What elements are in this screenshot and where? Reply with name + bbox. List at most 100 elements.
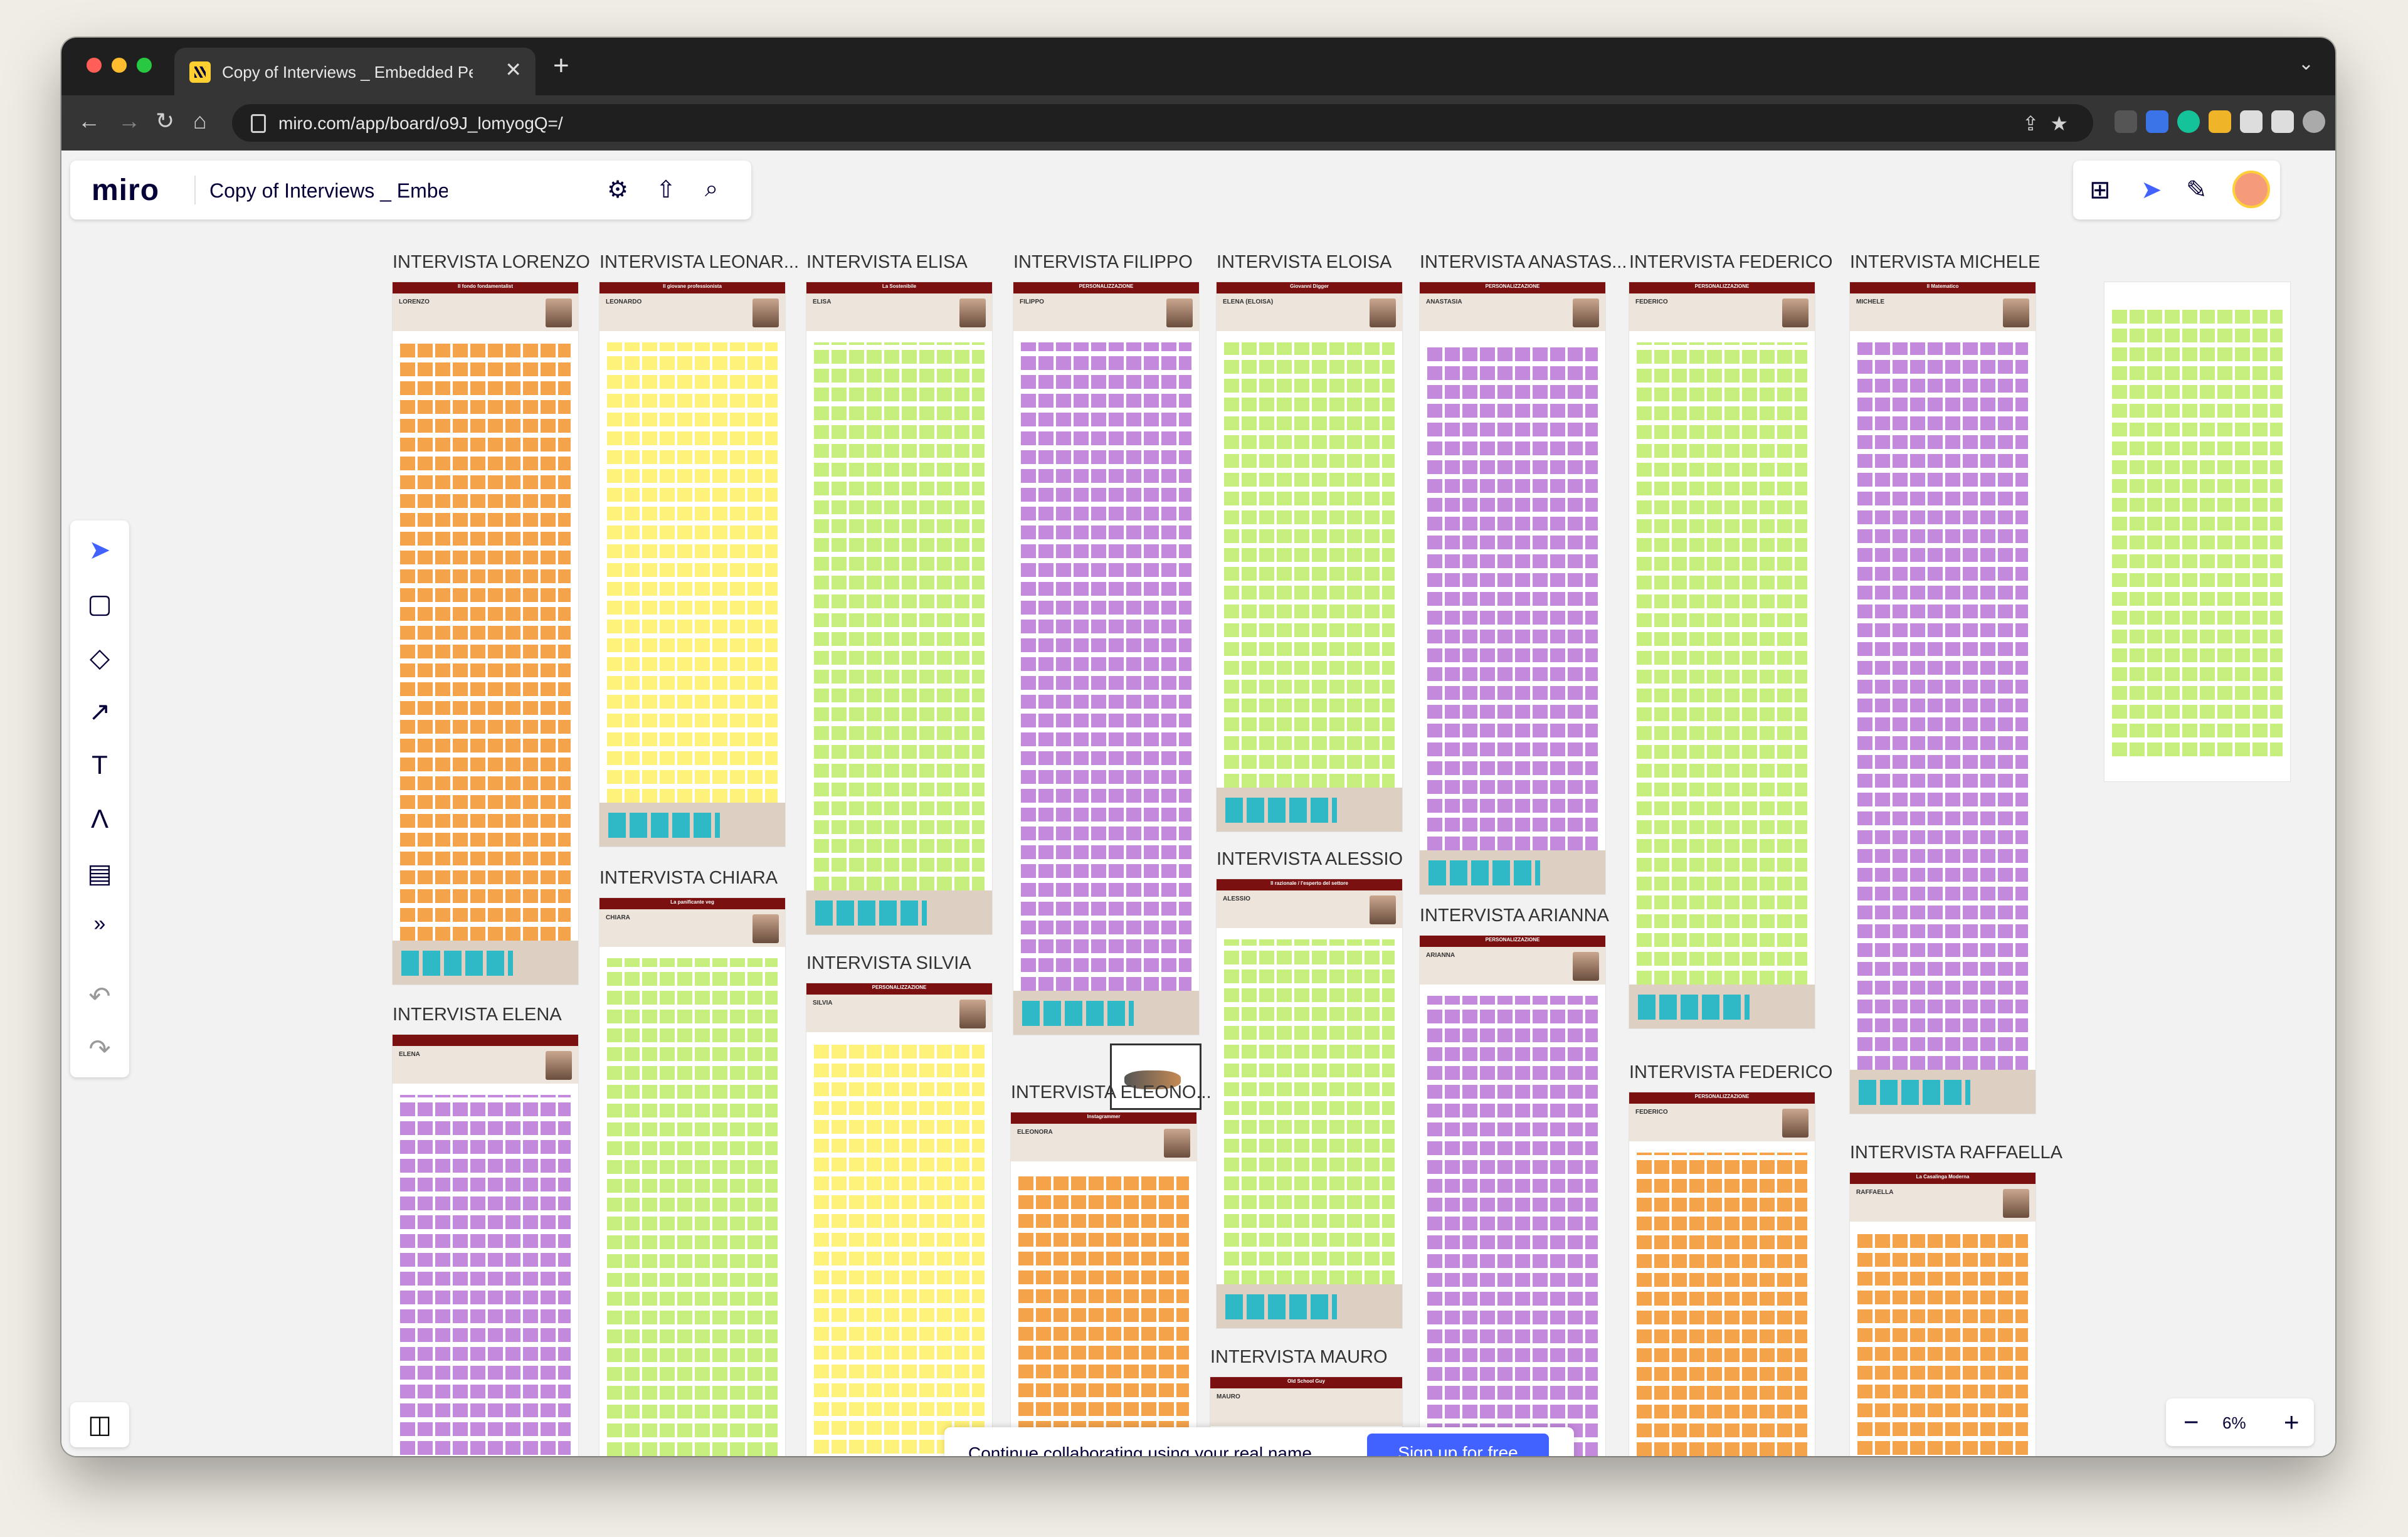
persona-name: LEONARDO: [606, 298, 642, 305]
frame-title[interactable]: INTERVISTA FEDERICO: [1629, 1062, 1832, 1083]
frame-header-label: PERSONALIZZAZIONE: [1694, 283, 1750, 289]
persona-photo: [2003, 1189, 2029, 1218]
board-name[interactable]: Copy of Interviews _ Embedded Per...: [209, 179, 448, 203]
profile-avatar[interactable]: [2303, 110, 2325, 133]
interview-frame-arianna[interactable]: PERSONALIZZAZIONE ARIANNA: [1420, 936, 1605, 1456]
sticky-notes-area: [1637, 1153, 1807, 1456]
maximize-window-button[interactable]: [137, 58, 152, 73]
frame-title[interactable]: INTERVISTA MAURO: [1210, 1347, 1388, 1368]
persona-card: LEONARDO: [599, 293, 785, 331]
interview-frame-eleonora[interactable]: Instagrammer ELEONORA: [1011, 1112, 1196, 1456]
interview-frame-elisa[interactable]: La Sostenibile ELISA: [806, 282, 992, 934]
extension-grid-icon[interactable]: [2115, 110, 2137, 133]
reload-icon[interactable]: ↻: [156, 108, 174, 134]
interview-frame-filippo[interactable]: PERSONALIZZAZIONE FILIPPO: [1013, 282, 1199, 1035]
user-avatar[interactable]: [2232, 171, 2270, 208]
apps-icon[interactable]: ⊞: [2089, 176, 2111, 204]
zoom-controls: − 6% +: [2166, 1398, 2314, 1446]
miro-logo[interactable]: miro: [92, 173, 159, 208]
frame-title[interactable]: INTERVISTA ELEONO...: [1011, 1082, 1212, 1103]
frame-title[interactable]: INTERVISTA FILIPPO: [1013, 252, 1193, 273]
interview-frame-federico[interactable]: PERSONALIZZAZIONE FEDERICO: [1629, 282, 1815, 1028]
select-cursor-icon[interactable]: ➤: [70, 534, 129, 565]
text-icon[interactable]: T: [70, 750, 129, 780]
frame-title[interactable]: INTERVISTA FEDERICO: [1629, 252, 1832, 273]
persona-name: ARIANNA: [1426, 952, 1455, 959]
persona-card: FEDERICO: [1629, 1104, 1815, 1141]
frame-title[interactable]: INTERVISTA LEONAR...: [599, 252, 799, 273]
back-arrow-icon[interactable]: ←: [78, 108, 100, 134]
frame-header: PERSONALIZZAZIONE: [1013, 282, 1199, 293]
browser-tab[interactable]: Copy of Interviews _ Embedded Per ✕: [174, 48, 536, 95]
zoom-in-button[interactable]: +: [2284, 1407, 2300, 1437]
frame-title[interactable]: INTERVISTA CHIARA: [599, 868, 778, 889]
puzzle-icon[interactable]: [2240, 110, 2263, 133]
tab-search-chevron-icon[interactable]: ⌄: [2298, 53, 2314, 75]
settings-gear-icon[interactable]: ⚙: [607, 176, 628, 204]
grammarly-icon[interactable]: [2177, 110, 2200, 133]
frame-header-label: PERSONALIZZAZIONE: [872, 985, 927, 990]
frame-title[interactable]: INTERVISTA ANASTAS...: [1420, 252, 1627, 273]
frames-panel-icon[interactable]: ◫: [70, 1402, 129, 1447]
zoom-out-button[interactable]: −: [2184, 1407, 2199, 1437]
minimize-window-button[interactable]: [112, 58, 127, 73]
pen-icon[interactable]: Λ: [70, 804, 129, 834]
extension-shield-icon[interactable]: [2146, 110, 2168, 133]
upload-export-icon[interactable]: ⇧: [656, 176, 676, 204]
interview-frame-leonardo[interactable]: Il giovane professionista LEONARDO: [599, 282, 785, 847]
sticky-notes-area: [1427, 342, 1598, 850]
redo-icon[interactable]: ↷: [70, 1033, 129, 1064]
cursor-follow-icon[interactable]: ➤: [2141, 176, 2162, 204]
frame-title[interactable]: INTERVISTA ALESSIO: [1217, 849, 1403, 870]
interview-frame-alessio[interactable]: Il razionale / l'esperto del settore ALE…: [1217, 879, 1402, 1328]
share-icon[interactable]: ⇪ ★: [2022, 112, 2068, 135]
more-tools-icon[interactable]: »: [70, 912, 129, 936]
interview-frame-michele[interactable]: Il Matematico MICHELE: [1850, 282, 2036, 1114]
close-window-button[interactable]: [87, 58, 102, 73]
home-icon[interactable]: ⌂: [193, 108, 207, 134]
frame-title[interactable]: INTERVISTA LORENZO: [393, 252, 590, 273]
frame-footer: [1217, 1284, 1402, 1328]
interview-frame-elena[interactable]: ELENA: [393, 1035, 578, 1456]
interview-frame-silvia[interactable]: PERSONALIZZAZIONE SILVIA: [806, 983, 992, 1456]
persona-card: ELENA (ELOISA): [1217, 293, 1402, 331]
sidebar-icon[interactable]: [2271, 110, 2294, 133]
new-tab-button[interactable]: +: [553, 50, 569, 82]
frame-title[interactable]: INTERVISTA RAFFAELLA: [1850, 1143, 2062, 1163]
celebrate-icon[interactable]: ✎: [2186, 176, 2207, 204]
frame-title[interactable]: INTERVISTA ELENA: [393, 1005, 562, 1025]
shapes-icon[interactable]: ◇: [70, 642, 129, 673]
omnibox[interactable]: miro.com/app/board/o9J_lomyogQ=/ ⇪ ★: [232, 104, 2093, 142]
frame-title[interactable]: INTERVISTA ELISA: [806, 252, 968, 273]
interview-frame-lorenzo[interactable]: Il fondo fondamentalist LORENZO: [393, 282, 578, 985]
tab-close-icon[interactable]: ✕: [505, 58, 522, 82]
frame-header: Il razionale / l'esperto del settore: [1217, 879, 1402, 890]
browser-window: Copy of Interviews _ Embedded Per ✕ + ⌄ …: [61, 38, 2335, 1456]
interview-frame-chiara[interactable]: La panificante veg CHIARA: [599, 898, 785, 1456]
frame-header: La Sostenibile: [806, 282, 992, 293]
connection-line-icon[interactable]: ↗: [70, 696, 129, 727]
persona-card: ALESSIO: [1217, 890, 1402, 928]
frame-title[interactable]: INTERVISTA SILVIA: [806, 953, 971, 974]
frame-title[interactable]: INTERVISTA ARIANNA: [1420, 906, 1609, 926]
sticky-note-icon[interactable]: ▢: [70, 588, 129, 619]
extension-hand-icon[interactable]: [2209, 110, 2231, 133]
interview-frame-federico-2[interactable]: PERSONALIZZAZIONE FEDERICO: [1629, 1092, 1815, 1456]
interview-frame-anastasia[interactable]: PERSONALIZZAZIONE ANASTASIA: [1420, 282, 1605, 894]
persona-card: MAURO: [1210, 1388, 1402, 1426]
zoom-level[interactable]: 6%: [2222, 1413, 2246, 1433]
comment-icon[interactable]: ▤: [70, 858, 129, 889]
persona-photo: [1166, 298, 1193, 327]
frame-title[interactable]: INTERVISTA MICHELE: [1850, 252, 2041, 273]
frame-title[interactable]: INTERVISTA ELOISA: [1217, 252, 1391, 273]
sign-up-button[interactable]: Sign up for free: [1367, 1434, 1549, 1456]
interview-frame-raffaella[interactable]: La Casalinga Moderna RAFFAELLA: [1850, 1173, 2036, 1456]
template-frame[interactable]: [2104, 282, 2290, 781]
persona-name: FEDERICO: [1635, 1109, 1668, 1116]
miro-board-canvas[interactable]: miro Copy of Interviews _ Embedded Per..…: [61, 151, 2335, 1456]
interview-frame-eloisa[interactable]: Giovanni Digger ELENA (ELOISA): [1217, 282, 1402, 832]
sticky-notes-area: [400, 1095, 571, 1456]
forward-arrow-icon[interactable]: →: [118, 108, 140, 134]
undo-icon[interactable]: ↶: [70, 981, 129, 1011]
search-icon[interactable]: ⌕: [705, 176, 718, 203]
